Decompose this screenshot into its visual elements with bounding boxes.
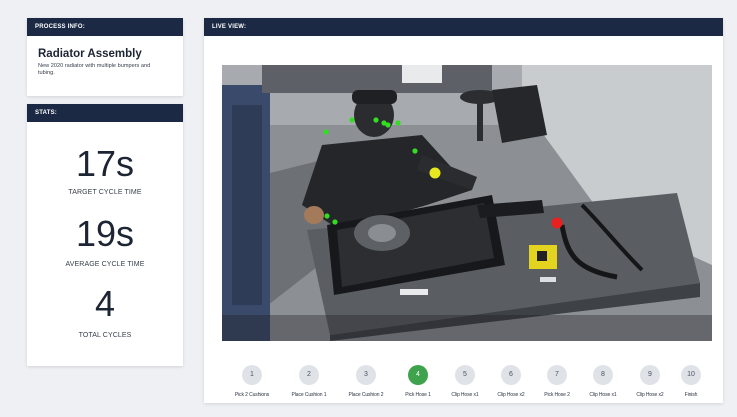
total-cycles-value: 4 bbox=[94, 283, 116, 324]
step-label: Clip Hose x2 bbox=[497, 392, 525, 398]
step-label: Finish bbox=[684, 392, 698, 398]
step-6[interactable]: 6 Clip Hose x2 bbox=[486, 365, 536, 398]
average-cycle-time-value: 19s bbox=[75, 213, 135, 254]
stats-header: STATS: bbox=[27, 104, 183, 122]
step-5[interactable]: 5 Clip Hose x1 bbox=[440, 365, 490, 398]
step-label: Pick Hose 2 bbox=[544, 392, 570, 398]
live-view-header: LIVE VIEW: bbox=[204, 18, 723, 36]
step-label: Place Cushion 1 bbox=[291, 392, 327, 398]
tracker-red-marker bbox=[551, 217, 563, 229]
tracker-yellow-marker bbox=[429, 167, 441, 179]
step-label: Pick Hose 1 bbox=[405, 392, 431, 398]
step-1[interactable]: 1 Pick 2 Cushions bbox=[227, 365, 277, 398]
step-4[interactable]: 4 Pick Hose 1 bbox=[393, 365, 443, 398]
average-cycle-time-label: AVERAGE CYCLE TIME bbox=[65, 261, 145, 268]
step-label: Place Cushion 2 bbox=[348, 392, 384, 398]
step-7[interactable]: 7 Pick Hose 2 bbox=[532, 365, 582, 398]
step-number: 5 bbox=[455, 365, 475, 385]
step-number: 1 bbox=[242, 365, 262, 385]
camera-frame bbox=[222, 65, 712, 341]
target-cycle-time-label: TARGET CYCLE TIME bbox=[68, 189, 142, 196]
step-label: Pick 2 Cushions bbox=[234, 392, 270, 398]
step-3[interactable]: 3 Place Cushion 2 bbox=[341, 365, 391, 398]
process-steps: 1 Pick 2 Cushions 2 Place Cushion 1 3 Pl… bbox=[204, 365, 723, 405]
step-number: 7 bbox=[547, 365, 567, 385]
step-number: 10 bbox=[681, 365, 701, 385]
step-number: 8 bbox=[593, 365, 613, 385]
step-8[interactable]: 8 Clip Hose x1 bbox=[578, 365, 628, 398]
step-number: 3 bbox=[356, 365, 376, 385]
stats-panel: STATS: 17s TARGET CYCLE TIME 19s AVERAGE… bbox=[27, 104, 183, 366]
live-video-feed[interactable] bbox=[222, 65, 712, 341]
total-cycles-label: TOTAL CYCLES bbox=[78, 332, 132, 339]
step-label: Clip Hose x1 bbox=[589, 392, 617, 398]
step-10[interactable]: 10 Finish bbox=[666, 365, 716, 398]
process-name: Radiator Assembly bbox=[38, 48, 142, 60]
step-number: 4 bbox=[408, 365, 428, 385]
step-label: Clip Hose x1 bbox=[451, 392, 479, 398]
step-2[interactable]: 2 Place Cushion 1 bbox=[284, 365, 334, 398]
step-number: 9 bbox=[640, 365, 660, 385]
process-info-header: PROCESS INFO: bbox=[27, 18, 183, 36]
step-number: 6 bbox=[501, 365, 521, 385]
target-cycle-time-value: 17s bbox=[75, 143, 135, 184]
step-number: 2 bbox=[299, 365, 319, 385]
process-info-panel: PROCESS INFO: Radiator Assembly New 2020… bbox=[27, 18, 183, 96]
live-view-panel: LIVE VIEW: 1 Pick 2 Cushions 2 Place Cus… bbox=[204, 18, 723, 403]
process-description: New 2020 radiator with multiple bumpers … bbox=[38, 63, 151, 76]
